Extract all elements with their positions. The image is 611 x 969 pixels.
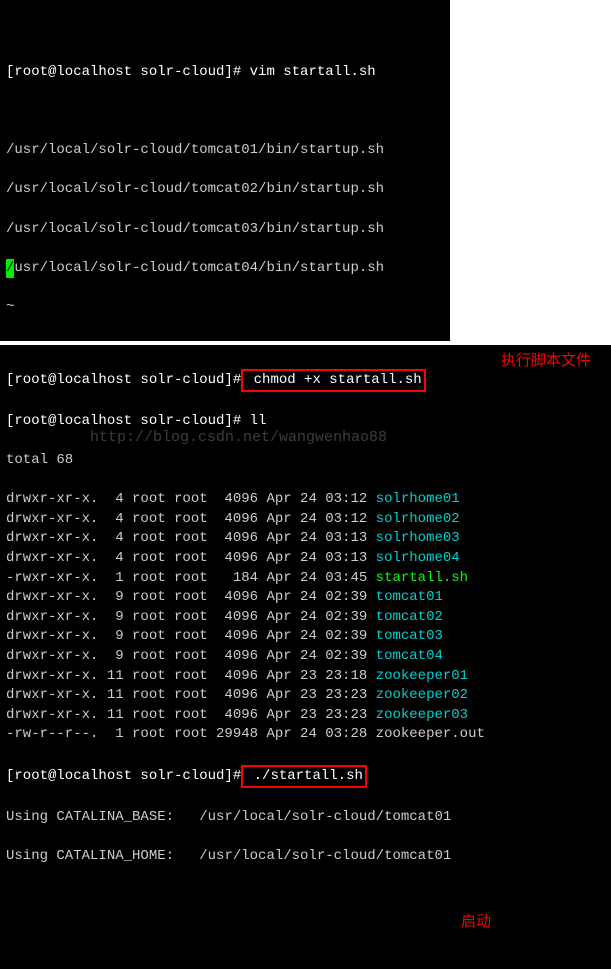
ls-filename: solrhome03 <box>376 530 460 546</box>
file-list: drwxr-xr-x. 4 root root 4096 Apr 24 03:1… <box>6 490 605 745</box>
command: ./startall.sh <box>245 768 363 784</box>
shell-prompt: [root@localhost solr-cloud]# <box>6 768 241 784</box>
shell-prompt: [root@localhost solr-cloud]# <box>6 64 241 80</box>
ls-meta: drwxr-xr-x. 9 root root 4096 Apr 24 02:3… <box>6 609 376 625</box>
ls-filename: zookeeper.out <box>376 726 485 742</box>
terminal-line <box>6 102 444 122</box>
annotation-exec-label: 执行脚本文件 <box>501 351 591 372</box>
file-path: /usr/local/solr-cloud/tomcat01/bin/start… <box>6 141 444 161</box>
highlight-run-command: ./startall.sh <box>241 765 367 789</box>
ls-meta: drwxr-xr-x. 11 root root 4096 Apr 23 23:… <box>6 707 376 723</box>
file-path: /usr/local/solr-cloud/tomcat03/bin/start… <box>6 220 444 240</box>
ls-meta: drwxr-xr-x. 11 root root 4096 Apr 23 23:… <box>6 687 376 703</box>
ls-filename: tomcat03 <box>376 628 443 644</box>
terminal-line[interactable]: [root@localhost solr-cloud]# ll <box>6 412 605 432</box>
ls-meta: -rwxr-xr-x. 1 root root 184 Apr 24 03:45 <box>6 570 376 586</box>
ls-row: drwxr-xr-x. 4 root root 4096 Apr 24 03:1… <box>6 529 605 549</box>
ls-row: drwxr-xr-x. 11 root root 4096 Apr 23 23:… <box>6 667 605 687</box>
shell-prompt: [root@localhost solr-cloud]# <box>6 372 241 388</box>
ls-filename: solrhome02 <box>376 511 460 527</box>
ls-filename: solrhome01 <box>376 491 460 507</box>
ls-meta: drwxr-xr-x. 9 root root 4096 Apr 24 02:3… <box>6 589 376 605</box>
shell-prompt: [root@localhost solr-cloud]# <box>6 413 241 429</box>
ls-row: drwxr-xr-x. 4 root root 4096 Apr 24 03:1… <box>6 510 605 530</box>
terminal-block-2: [root@localhost solr-cloud]# chmod +x st… <box>0 345 611 968</box>
vim-tilde: ~ <box>6 298 444 318</box>
ls-meta: -rw-r--r--. 1 root root 29948 Apr 24 03:… <box>6 726 376 742</box>
ls-row: drwxr-xr-x. 4 root root 4096 Apr 24 03:1… <box>6 549 605 569</box>
file-path: /usr/local/solr-cloud/tomcat02/bin/start… <box>6 180 444 200</box>
ls-meta: drwxr-xr-x. 4 root root 4096 Apr 24 03:1… <box>6 550 376 566</box>
ls-filename: solrhome04 <box>376 550 460 566</box>
command: chmod +x startall.sh <box>245 372 421 388</box>
catalina-path: /usr/local/solr-cloud/tomcat01 <box>199 848 451 864</box>
terminal-line[interactable]: [root@localhost solr-cloud]# ./startall.… <box>6 765 605 789</box>
highlight-chmod-command: chmod +x startall.sh <box>241 369 425 393</box>
ls-filename: startall.sh <box>376 570 468 586</box>
ls-meta: drwxr-xr-x. 4 root root 4096 Apr 24 03:1… <box>6 511 376 527</box>
command: ll <box>241 413 266 429</box>
ls-row: drwxr-xr-x. 11 root root 4096 Apr 23 23:… <box>6 706 605 726</box>
ls-meta: drwxr-xr-x. 11 root root 4096 Apr 23 23:… <box>6 668 376 684</box>
catalina-path: /usr/local/solr-cloud/tomcat01 <box>199 809 451 825</box>
catalina-output: Using CATALINA_BASE: /usr/local/solr-clo… <box>6 808 605 828</box>
ls-meta: drwxr-xr-x. 4 root root 4096 Apr 24 03:1… <box>6 491 376 507</box>
ls-filename: zookeeper02 <box>376 687 468 703</box>
ls-filename: zookeeper01 <box>376 668 468 684</box>
ls-row: drwxr-xr-x. 9 root root 4096 Apr 24 02:3… <box>6 627 605 647</box>
ls-filename: tomcat02 <box>376 609 443 625</box>
ls-filename: tomcat04 <box>376 648 443 664</box>
ls-row: -rwxr-xr-x. 1 root root 184 Apr 24 03:45… <box>6 569 605 589</box>
ls-row: drwxr-xr-x. 9 root root 4096 Apr 24 02:3… <box>6 647 605 667</box>
command: vim startall.sh <box>241 64 375 80</box>
ls-total: total 68 <box>6 451 605 471</box>
ls-filename: tomcat01 <box>376 589 443 605</box>
annotation-start-label: 启动 <box>461 912 491 933</box>
ls-row: drwxr-xr-x. 9 root root 4096 Apr 24 02:3… <box>6 588 605 608</box>
ls-row: drwxr-xr-x. 11 root root 4096 Apr 23 23:… <box>6 686 605 706</box>
ls-meta: drwxr-xr-x. 9 root root 4096 Apr 24 02:3… <box>6 648 376 664</box>
terminal-block-1: [root@localhost solr-cloud]# vim startal… <box>0 0 450 341</box>
terminal-line[interactable]: [root@localhost solr-cloud]# vim startal… <box>6 63 444 83</box>
ls-meta: drwxr-xr-x. 4 root root 4096 Apr 24 03:1… <box>6 530 376 546</box>
catalina-label: Using CATALINA_HOME: <box>6 848 199 864</box>
catalina-label: Using CATALINA_BASE: <box>6 809 199 825</box>
terminal-line <box>6 24 444 44</box>
ls-filename: zookeeper03 <box>376 707 468 723</box>
ls-row: drwxr-xr-x. 9 root root 4096 Apr 24 02:3… <box>6 608 605 628</box>
catalina-output: Using CATALINA_HOME: /usr/local/solr-clo… <box>6 847 605 867</box>
ls-row: -rw-r--r--. 1 root root 29948 Apr 24 03:… <box>6 725 605 745</box>
ls-meta: drwxr-xr-x. 9 root root 4096 Apr 24 02:3… <box>6 628 376 644</box>
terminal-line[interactable]: [root@localhost solr-cloud]# chmod +x st… <box>6 369 605 393</box>
file-path: /usr/local/solr-cloud/tomcat04/bin/start… <box>6 259 444 279</box>
